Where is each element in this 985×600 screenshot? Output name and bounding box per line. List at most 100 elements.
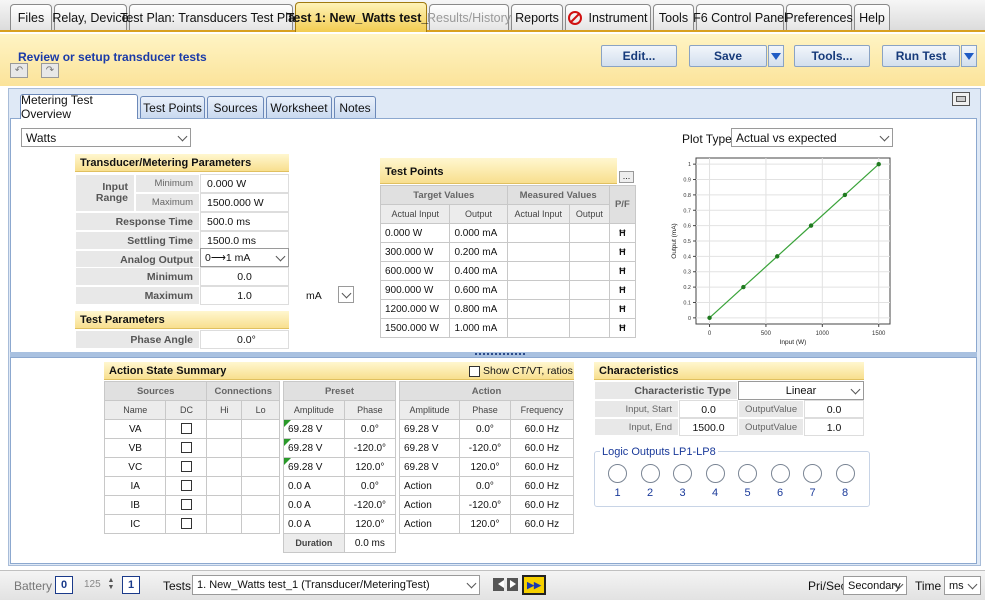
- logic-output-led-7[interactable]: [803, 464, 822, 483]
- subtab-sources[interactable]: Sources: [207, 96, 264, 118]
- cell-output[interactable]: 0.800 mA: [449, 299, 508, 319]
- logic-output-led-2[interactable]: [640, 464, 660, 483]
- cell-meas-output[interactable]: [568, 223, 610, 243]
- preset-amplitude[interactable]: 0.0 A: [283, 476, 345, 496]
- preset-phase[interactable]: 0.0°: [343, 476, 397, 496]
- table-row[interactable]: 69.28 V 0.0°: [283, 419, 397, 439]
- table-row[interactable]: 900.000 W 0.600 mA Ħ: [379, 280, 637, 300]
- battery-value[interactable]: 0: [55, 576, 73, 594]
- show-ctvt-checkbox[interactable]: Show CT/VT, ratios: [469, 365, 573, 377]
- cell-output[interactable]: 0.400 mA: [449, 261, 508, 281]
- preset-phase[interactable]: 120.0°: [343, 457, 397, 477]
- undo-icon[interactable]: ↶: [10, 63, 28, 78]
- time-unit-select[interactable]: ms: [944, 576, 981, 595]
- unit-dropdown[interactable]: [338, 286, 354, 303]
- test-points-more-button[interactable]: ...: [619, 171, 634, 183]
- cell-actual-input[interactable]: 0.000 W: [379, 223, 451, 243]
- action-phase[interactable]: 120.0°: [459, 514, 511, 534]
- action-phase[interactable]: 120.0°: [459, 457, 511, 477]
- preset-amplitude[interactable]: 69.28 V: [283, 438, 345, 458]
- logic-output-led-1[interactable]: [608, 464, 627, 483]
- table-row[interactable]: 0.0 A 0.0°: [283, 476, 397, 496]
- preset-phase[interactable]: 120.0°: [343, 514, 397, 534]
- input-min-field[interactable]: 0.000 W: [200, 174, 289, 193]
- table-row[interactable]: 0.0 A -120.0°: [283, 495, 397, 515]
- cell-output[interactable]: 0.200 mA: [449, 242, 508, 262]
- logic-output-led-3[interactable]: [673, 464, 692, 483]
- tab-help[interactable]: Help: [854, 4, 890, 30]
- cell-actual-input[interactable]: 300.000 W: [379, 242, 451, 262]
- tab-instrument[interactable]: Instrument: [565, 4, 651, 30]
- cell-meas-input[interactable]: [506, 299, 570, 319]
- preset-phase[interactable]: -120.0°: [343, 495, 397, 515]
- preset-amplitude[interactable]: 0.0 A: [283, 495, 345, 515]
- cell-hi[interactable]: [206, 419, 243, 439]
- tab-tools[interactable]: Tools: [653, 4, 694, 30]
- cell-lo[interactable]: [241, 476, 280, 496]
- input-start-field[interactable]: 0.0: [679, 400, 738, 418]
- table-row[interactable]: 69.28 V 0.0° 60.0 Hz: [398, 419, 575, 439]
- action-phase[interactable]: 0.0°: [459, 419, 511, 439]
- cell-output[interactable]: 0.000 mA: [449, 223, 508, 243]
- cell-output[interactable]: 1.000 mA: [449, 318, 508, 338]
- measurement-select[interactable]: Watts: [21, 128, 191, 147]
- cell-meas-input[interactable]: [506, 261, 570, 281]
- minimum-field[interactable]: 0.0: [200, 267, 289, 286]
- run-all-icon[interactable]: ▶▶: [522, 575, 546, 595]
- cell-lo[interactable]: [241, 419, 280, 439]
- tab-test-1[interactable]: Test 1: New_Watts test_1: [287, 2, 435, 32]
- tests-select[interactable]: 1. New_Watts test_1 (Transducer/Metering…: [192, 575, 480, 595]
- cell-meas-output[interactable]: [568, 242, 610, 262]
- action-phase[interactable]: -120.0°: [459, 438, 511, 458]
- tab-relay-device[interactable]: Relay, Device: [52, 4, 129, 30]
- tools-button[interactable]: Tools...: [794, 45, 870, 67]
- cell-meas-input[interactable]: [506, 223, 570, 243]
- dc-checkbox[interactable]: [180, 423, 192, 435]
- table-row[interactable]: VB: [103, 438, 280, 458]
- cell-hi[interactable]: [206, 438, 243, 458]
- plot-type-select[interactable]: Actual vs expected: [731, 128, 893, 147]
- previous-test-icon[interactable]: [493, 578, 504, 591]
- action-amplitude[interactable]: Action: [398, 495, 461, 515]
- table-row[interactable]: 0.000 W 0.000 mA Ħ: [379, 223, 637, 243]
- logic-output-led-5[interactable]: [738, 464, 757, 483]
- cell-actual-input[interactable]: 600.000 W: [379, 261, 451, 281]
- action-amplitude[interactable]: 69.28 V: [398, 419, 461, 439]
- cell-meas-input[interactable]: [506, 280, 570, 300]
- run-test-button[interactable]: Run Test: [882, 45, 960, 67]
- cell-hi[interactable]: [206, 457, 243, 477]
- maximum-field[interactable]: 1.0: [200, 286, 289, 305]
- table-row[interactable]: VC: [103, 457, 280, 477]
- cell-meas-output[interactable]: [568, 318, 610, 338]
- action-amplitude[interactable]: Action: [398, 514, 461, 534]
- table-row[interactable]: 1500.000 W 1.000 mA Ħ: [379, 318, 637, 338]
- action-frequency[interactable]: 60.0 Hz: [509, 419, 575, 439]
- tab-test-plan[interactable]: Test Plan: Transducers Test Plan: [120, 4, 302, 30]
- subtab-worksheet[interactable]: Worksheet: [266, 96, 332, 118]
- table-row[interactable]: IC: [103, 514, 280, 534]
- tab-f6-control-panel[interactable]: F6 Control Panel: [693, 4, 787, 30]
- dc-checkbox[interactable]: [180, 518, 192, 530]
- cell-lo[interactable]: [241, 457, 280, 477]
- cell-meas-input[interactable]: [506, 242, 570, 262]
- cell-meas-output[interactable]: [568, 299, 610, 319]
- cell-actual-input[interactable]: 1200.000 W: [379, 299, 451, 319]
- table-row[interactable]: 69.28 V 120.0° 60.0 Hz: [398, 457, 575, 477]
- cell-hi[interactable]: [206, 476, 243, 496]
- tab-reports[interactable]: Reports: [511, 4, 563, 30]
- logic-output-led-4[interactable]: [705, 464, 725, 483]
- dc-checkbox[interactable]: [180, 480, 192, 492]
- cell-lo[interactable]: [241, 514, 280, 534]
- save-dropdown-icon[interactable]: [768, 45, 784, 67]
- preset-phase[interactable]: 0.0°: [343, 419, 397, 439]
- table-row[interactable]: 300.000 W 0.200 mA Ħ: [379, 242, 637, 262]
- table-row[interactable]: IB: [103, 495, 280, 515]
- action-frequency[interactable]: 60.0 Hz: [509, 457, 575, 477]
- subtab-test-points[interactable]: Test Points: [140, 96, 205, 118]
- preset-phase[interactable]: -120.0°: [343, 438, 397, 458]
- output-value-field-2[interactable]: 1.0: [804, 418, 864, 436]
- next-test-icon[interactable]: [507, 578, 518, 591]
- redo-icon[interactable]: ↷: [41, 63, 59, 78]
- subtab-notes[interactable]: Notes: [334, 96, 376, 118]
- action-amplitude[interactable]: Action: [398, 476, 461, 496]
